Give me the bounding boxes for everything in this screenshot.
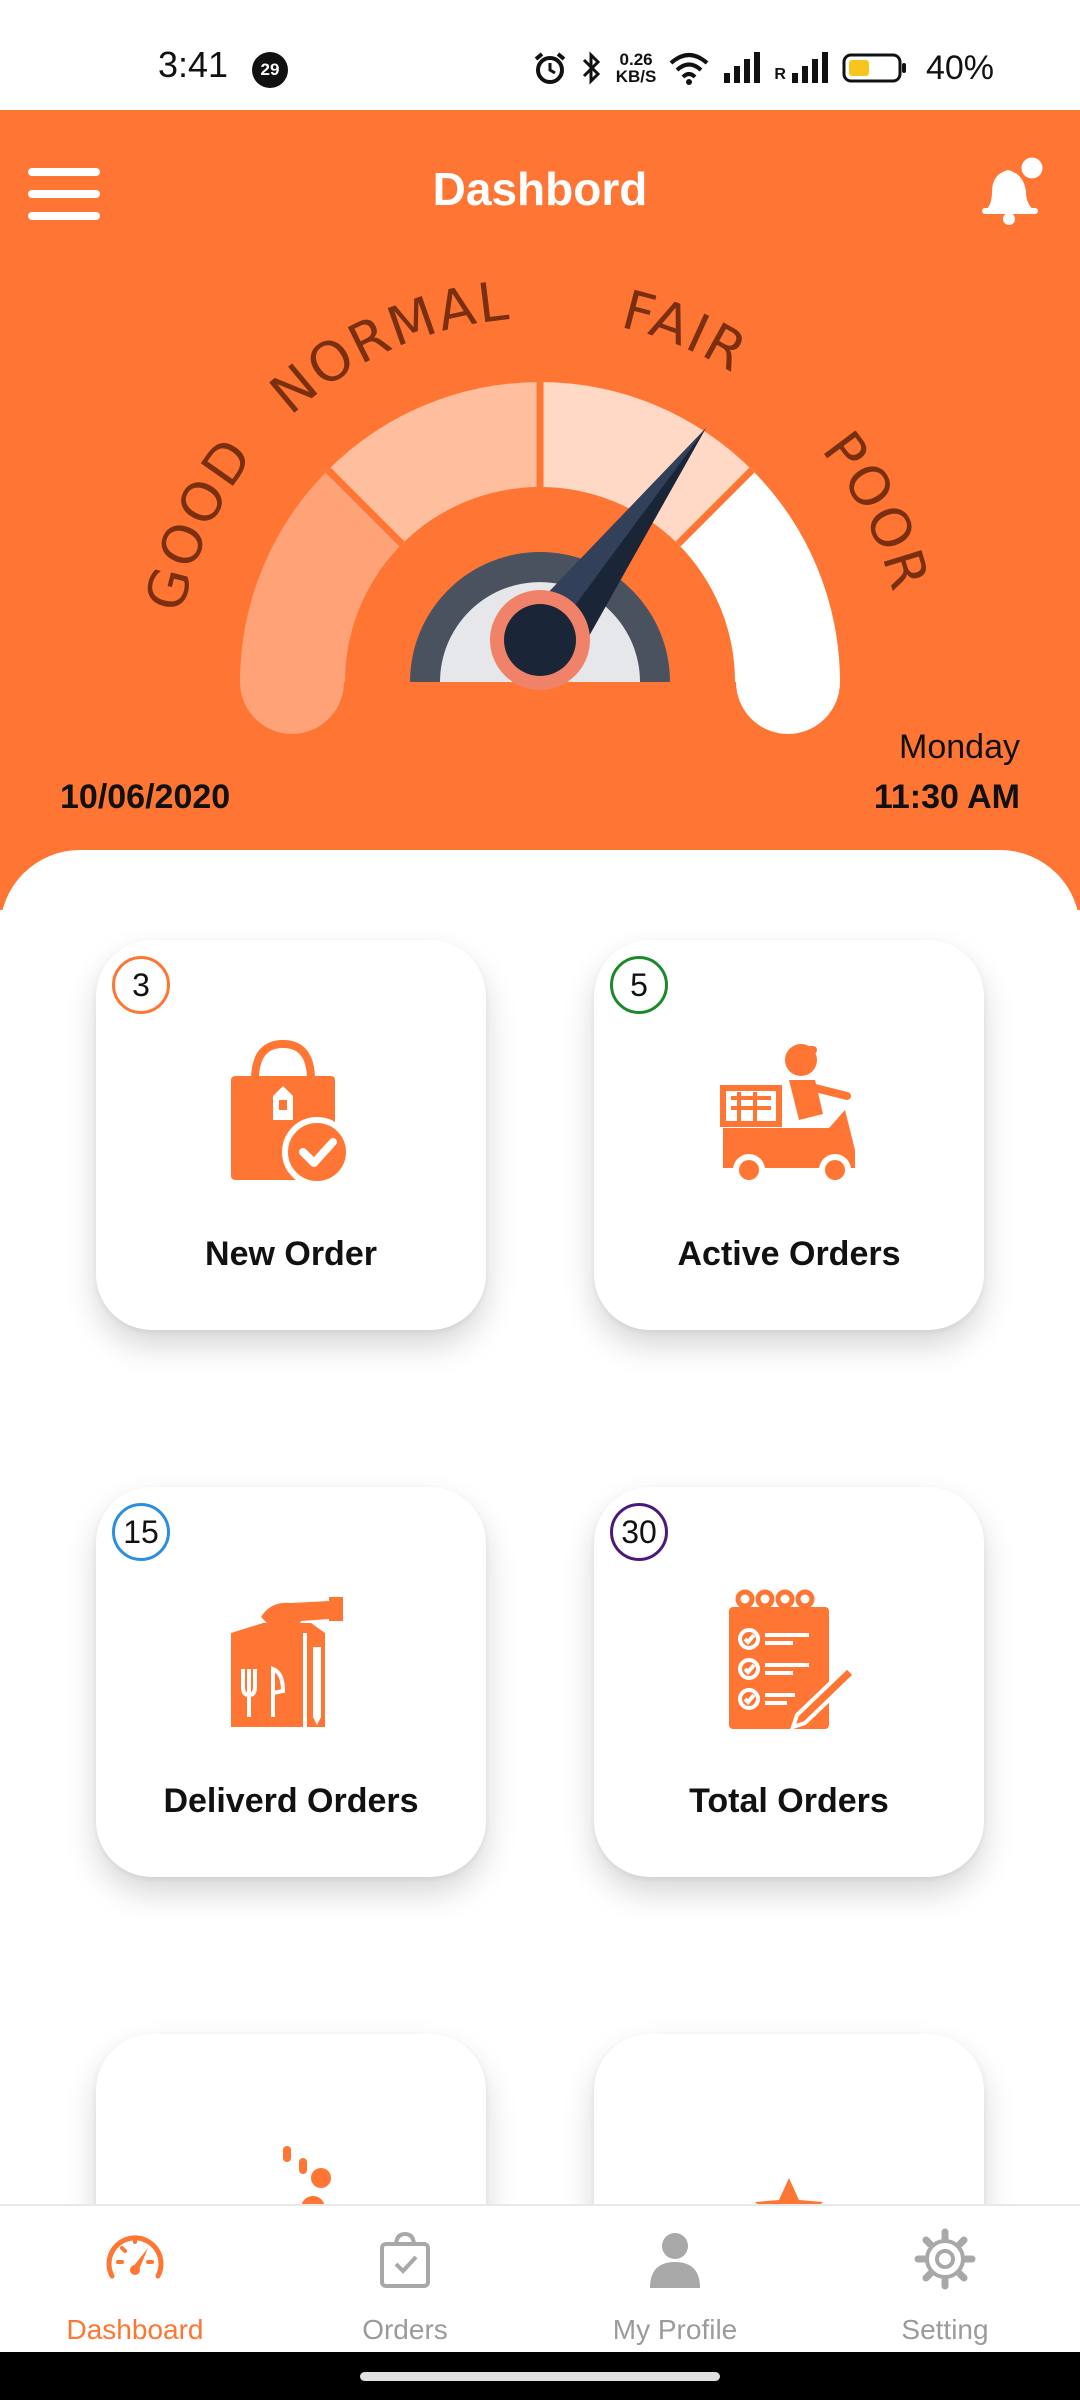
wifi-icon <box>670 53 709 85</box>
nav-orders[interactable]: Orders <box>270 2206 540 2354</box>
new-order-card[interactable]: 3 New Order <box>96 940 486 1330</box>
status-icons: 0.26 KB/S R 40% <box>532 46 994 90</box>
delivered-orders-count-badge: 15 <box>112 1503 170 1561</box>
system-gesture-bar <box>0 2352 1080 2400</box>
signal-icon <box>724 52 761 83</box>
app-header: Dashbord <box>0 110 1080 270</box>
nav-setting[interactable]: Setting <box>810 2206 1080 2354</box>
date-text: 10/06/2020 <box>60 778 231 816</box>
gauge-label-good: GOOD <box>133 426 265 617</box>
active-orders-label: Active Orders <box>677 1235 901 1273</box>
delivered-orders-label: Deliverd Orders <box>163 1782 419 1820</box>
battery-icon <box>842 53 906 83</box>
performance-gauge-panel: GOOD NORMAL FAIR POOR 10/06/2020 Monday … <box>0 270 1080 910</box>
person-icon <box>650 2233 700 2288</box>
gauge-end-cap-left <box>240 630 344 734</box>
gear-icon <box>914 2228 976 2290</box>
gauge-needle-hub <box>504 604 576 676</box>
gauge-label-fair: FAIR <box>616 278 758 385</box>
dashboard-content: 3 New Order 5 Active Orders 15 Deliverd … <box>0 850 1080 2400</box>
notification-bell-button[interactable] <box>972 152 1052 232</box>
bluetooth-icon <box>582 51 600 85</box>
nav-my-profile[interactable]: My Profile <box>540 2206 810 2354</box>
notification-count-badge: 29 <box>252 52 288 88</box>
speedometer-icon <box>106 2235 164 2279</box>
food-bag-handover-icon <box>231 1597 343 1727</box>
day-text: Monday <box>899 728 1020 766</box>
network-speed-value: 0.26 <box>619 50 653 69</box>
bottom-navigation: Dashboard Orders My Profile Setting <box>0 2204 1080 2352</box>
nav-dashboard[interactable]: Dashboard <box>0 2206 270 2354</box>
active-orders-count-badge: 5 <box>610 956 668 1014</box>
gauge-label-poor: POOR <box>810 420 941 598</box>
nav-orders-label: Orders <box>362 2314 448 2345</box>
shopping-bag-icon <box>380 2231 430 2288</box>
total-orders-count-badge: 30 <box>610 1503 668 1561</box>
active-orders-card[interactable]: 5 Active Orders <box>594 940 984 1330</box>
home-gesture-handle[interactable] <box>360 2372 720 2381</box>
time-text: 11:30 AM <box>873 778 1020 816</box>
status-time: 3:41 <box>158 44 229 85</box>
delivery-scooter-icon <box>720 1044 855 1186</box>
nav-my-profile-label: My Profile <box>612 2314 738 2345</box>
battery-percent: 40% <box>925 48 994 87</box>
order-checklist-icon <box>729 1589 858 1731</box>
page-title: Dashbord <box>432 163 648 215</box>
new-order-count-badge: 3 <box>112 956 170 1014</box>
total-orders-label: Total Orders <box>689 1782 889 1820</box>
status-bar: 3:41 29 0.26 KB/S R 40% <box>0 0 1080 110</box>
roaming-indicator: R <box>774 66 786 83</box>
new-order-label: New Order <box>205 1235 377 1273</box>
performance-gauge: GOOD NORMAL FAIR POOR <box>133 270 941 734</box>
nav-setting-label: Setting <box>901 2314 989 2345</box>
network-speed: 0.26 KB/S <box>616 51 657 85</box>
signal-roaming-icon <box>791 52 828 83</box>
bell-icon <box>982 154 1046 225</box>
network-speed-unit: KB/S <box>615 67 657 86</box>
shopping-bag-check-icon <box>231 1040 352 1187</box>
alarm-icon <box>534 52 566 84</box>
total-orders-card[interactable]: 30 Total Orders <box>594 1487 984 1877</box>
delivered-orders-card[interactable]: 15 Deliverd Orders <box>96 1487 486 1877</box>
gauge-end-cap-right <box>736 630 840 734</box>
nav-dashboard-label: Dashboard <box>66 2314 204 2345</box>
